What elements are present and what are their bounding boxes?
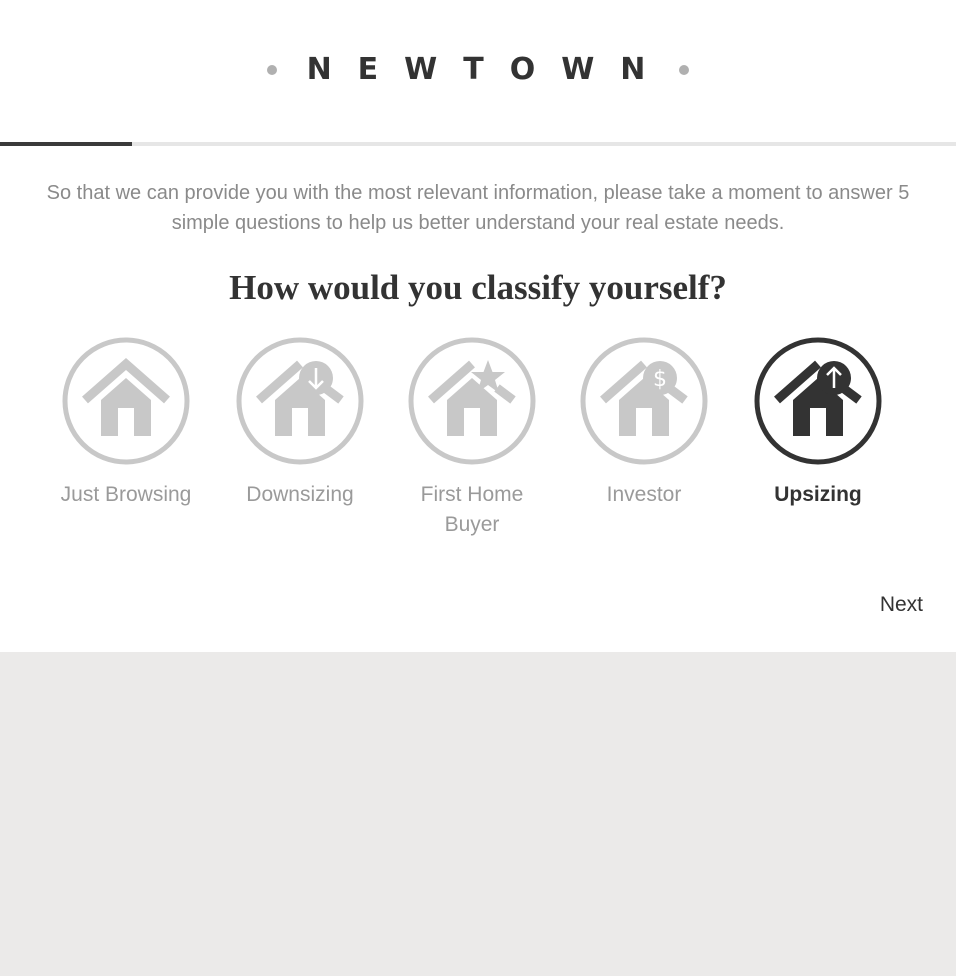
option-downsizing[interactable]: Downsizing bbox=[214, 336, 386, 510]
option-just-browsing[interactable]: Just Browsing bbox=[40, 336, 212, 510]
house-arrow-up-icon bbox=[754, 337, 882, 465]
logo-text: NEWTOWN bbox=[306, 52, 672, 87]
progress-bar bbox=[0, 142, 956, 146]
svg-text:$: $ bbox=[653, 367, 667, 392]
logo-dot-left-icon bbox=[266, 65, 277, 75]
question-title: How would you classify yourself? bbox=[229, 268, 727, 307]
next-button[interactable]: Next bbox=[880, 590, 923, 620]
house-dollar-icon: $ bbox=[580, 337, 708, 465]
option-label: Just Browsing bbox=[60, 483, 192, 506]
option-label: First Home Buyer bbox=[420, 483, 524, 536]
house-icon bbox=[62, 337, 190, 465]
option-upsizing[interactable]: Upsizing bbox=[732, 336, 904, 510]
option-first-home-buyer[interactable]: First Home Buyer bbox=[386, 336, 558, 540]
footer-area bbox=[0, 652, 956, 976]
option-label: Upsizing bbox=[774, 483, 862, 506]
option-label: Downsizing bbox=[246, 483, 354, 506]
logo-dot-right-icon bbox=[679, 65, 690, 75]
house-arrow-down-icon bbox=[236, 337, 364, 465]
option-label: Investor bbox=[606, 483, 682, 506]
intro-text: So that we can provide you with the most… bbox=[46, 182, 910, 234]
option-investor[interactable]: $ Investor bbox=[558, 336, 730, 510]
progress-bar-fill bbox=[0, 142, 132, 146]
options-group: Just Browsing Downsizing First Home Buye… bbox=[0, 336, 956, 546]
brand-logo[interactable]: NEWTOWN bbox=[0, 50, 956, 90]
header: NEWTOWN bbox=[0, 0, 956, 142]
house-star-icon bbox=[408, 337, 536, 465]
